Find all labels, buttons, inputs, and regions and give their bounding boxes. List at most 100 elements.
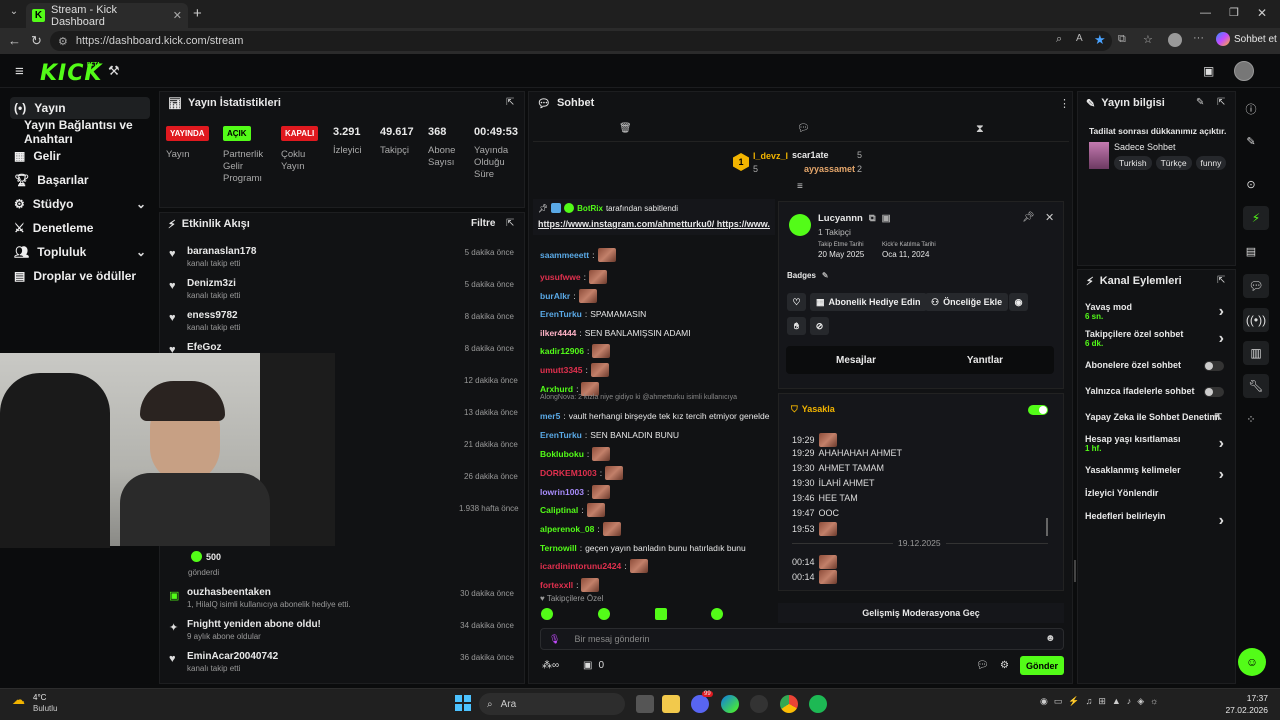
nav-item-stream-key[interactable]: Yayın Bağlantısı ve Anahtarı: [10, 118, 150, 146]
chat-username[interactable]: lowrin1003: [540, 487, 584, 497]
file-explorer-icon[interactable]: [662, 695, 680, 713]
close-popup-icon[interactable]: ✕: [1045, 211, 1054, 224]
pin-popup-icon[interactable]: 📌︎: [1022, 212, 1035, 223]
category-name[interactable]: Sadece Sohbet: [1114, 142, 1176, 152]
minimize-icon[interactable]: —: [1200, 7, 1211, 19]
chat-username[interactable]: ErenTurku: [540, 309, 582, 319]
emote-icon[interactable]: [541, 608, 553, 620]
extensions-icon[interactable]: ⧉: [1118, 33, 1126, 46]
more-menu-icon[interactable]: ···: [1193, 32, 1204, 44]
nav-item-droplar[interactable]: ▤ Droplar ve ödüller: [10, 265, 150, 287]
new-tab-icon[interactable]: +: [193, 5, 202, 22]
back-icon[interactable]: ←: [8, 33, 21, 48]
tab-messages[interactable]: Mesajlar: [786, 346, 926, 374]
expand-icon[interactable]: ≡: [797, 181, 803, 192]
nav-item-yayin[interactable]: (•) Yayın: [10, 97, 150, 119]
chat-username[interactable]: fortexxll: [540, 580, 573, 590]
windows-start-icon[interactable]: [455, 695, 471, 711]
chat-username[interactable]: mer5: [540, 411, 560, 421]
chat-rail-icon[interactable]: 💬︎: [1243, 274, 1269, 298]
emote-icon[interactable]: [598, 608, 610, 620]
tag[interactable]: Türkçe: [1155, 156, 1192, 170]
channel-action-item[interactable]: Abonelere özel sohbet: [1085, 360, 1230, 382]
profile-card-icon[interactable]: ▣: [882, 213, 891, 224]
copilot-button[interactable]: Sohbet et: [1216, 32, 1277, 46]
close-tab-icon[interactable]: ✕: [173, 9, 182, 22]
pinned-link[interactable]: https://www.instagram.com/ahmetturku0/ h…: [538, 219, 770, 229]
chat-bubble-icon[interactable]: 💬︎: [976, 660, 989, 671]
pinned-user[interactable]: BotRix: [577, 204, 603, 213]
link-icon[interactable]: ⁂∞: [542, 660, 559, 671]
filter-button[interactable]: Filtre: [471, 218, 495, 229]
reload-icon[interactable]: ↻: [31, 33, 42, 49]
tab-list-icon[interactable]: ⌄: [6, 6, 22, 22]
nav-item-gelir[interactable]: ▦ Gelir: [10, 145, 150, 167]
priority-button[interactable]: ⚇ Önceliğe Ekle: [925, 293, 1009, 311]
read-aloud-icon[interactable]: A: [1076, 33, 1083, 44]
edit-icon[interactable]: ✎: [1243, 135, 1259, 151]
popout-icon[interactable]: ⇱: [1217, 275, 1225, 286]
chat-username[interactable]: icardinintorunu2424: [540, 561, 621, 571]
tag[interactable]: Turkish: [1114, 156, 1152, 170]
broadcast-icon[interactable]: ((•)): [1243, 308, 1269, 332]
chat-username[interactable]: Ternowill: [540, 543, 577, 553]
trash-icon[interactable]: 🗑︎: [619, 123, 632, 134]
edge-icon[interactable]: [721, 695, 739, 713]
site-info-icon[interactable]: ⚙: [58, 35, 68, 48]
nav-item-topluluk[interactable]: 👥︎ Topluluk ⌄: [10, 241, 150, 263]
tab-replies[interactable]: Yanıtlar: [916, 346, 1054, 374]
maximize-icon[interactable]: ❐: [1229, 6, 1239, 19]
user-avatar[interactable]: [1234, 61, 1254, 81]
channel-action-item[interactable]: Yavaş mod 6 sn. ›: [1085, 302, 1230, 324]
history-scrollbar[interactable]: [1046, 518, 1048, 536]
chat-username[interactable]: alperenok_08: [540, 524, 594, 534]
chat-username[interactable]: yusufwwe: [540, 272, 581, 282]
emote-icon[interactable]: [711, 608, 723, 620]
taskbar-search[interactable]: ⌕ Ara: [479, 693, 625, 715]
popout-icon[interactable]: ⇱: [1217, 97, 1225, 108]
chat-username[interactable]: umutt3345: [540, 365, 583, 375]
task-view-icon[interactable]: [636, 695, 654, 713]
hourglass-icon[interactable]: ⧗: [976, 123, 984, 136]
clipboard-icon[interactable]: ▤: [1243, 245, 1259, 261]
gift-sub-button[interactable]: ▦ Abonelik Hediye Edin: [810, 293, 927, 311]
channel-action-item[interactable]: Yapay Zeka ile Sohbet Denetimi ⇱: [1085, 412, 1230, 434]
channel-action-item[interactable]: Hedefleri belirleyin ›: [1085, 511, 1230, 533]
edit-pencil-icon[interactable]: ✎: [822, 271, 829, 280]
info-icon[interactable]: ⓘ: [1243, 101, 1259, 117]
settings-gear-icon[interactable]: ⚙: [1000, 660, 1009, 671]
browser-tab[interactable]: K Stream - Kick Dashboard ✕: [26, 3, 188, 28]
discord-icon[interactable]: [691, 695, 709, 713]
layout-icon[interactable]: ▥: [1243, 341, 1269, 365]
close-window-icon[interactable]: ✕: [1257, 6, 1267, 20]
chat-username[interactable]: ErenTurku: [540, 430, 582, 440]
chat-username[interactable]: Arxhurd: [540, 384, 573, 394]
copy-icon[interactable]: ⧉: [869, 213, 876, 224]
nav-item-denetleme[interactable]: ⚔ Denetleme: [10, 217, 150, 239]
wrench-icon[interactable]: 🔧︎: [1243, 374, 1269, 398]
chat-username[interactable]: burAlkr: [540, 291, 570, 301]
chat-scrollbar[interactable]: [1074, 560, 1076, 582]
lightning-icon[interactable]: ⚡︎: [1243, 206, 1269, 230]
chat-username[interactable]: Bokluboku: [540, 449, 584, 459]
emoji-icon[interactable]: ☻: [1045, 633, 1056, 644]
mic-icon[interactable]: 🎙︎: [549, 634, 560, 645]
collections-icon[interactable]: ☆: [1143, 33, 1153, 46]
advanced-mod-button[interactable]: Gelişmiş Moderasyona Geç: [778, 603, 1064, 623]
hamburger-menu-icon[interactable]: ≡: [15, 63, 24, 80]
channel-action-item[interactable]: Yasaklanmış kelimeler ›: [1085, 465, 1230, 487]
chat-username[interactable]: ilker4444: [540, 328, 576, 338]
app-icon[interactable]: [750, 695, 768, 713]
tag[interactable]: funny: [1195, 156, 1227, 170]
watch-button[interactable]: ◉: [1009, 293, 1028, 311]
channel-action-item[interactable]: Hesap yaşı kısıtlaması 1 hf. ›: [1085, 434, 1230, 456]
popout-icon[interactable]: ⇱: [506, 97, 514, 108]
toggle-switch[interactable]: [1204, 387, 1224, 397]
profile-avatar-icon[interactable]: [1168, 33, 1182, 47]
chat-bubble-icon[interactable]: 💬︎: [797, 123, 810, 134]
favorite-star-icon[interactable]: ★: [1094, 32, 1106, 48]
chat-input[interactable]: 🎙︎ Bir mesaj gönderin: [540, 628, 1064, 650]
ban-toggle[interactable]: [1028, 405, 1048, 415]
tray-icons[interactable]: ◉▭⚡♫⊞▲♪◈☼: [1040, 696, 1164, 707]
chat-more-icon[interactable]: ⋮: [1059, 97, 1070, 110]
